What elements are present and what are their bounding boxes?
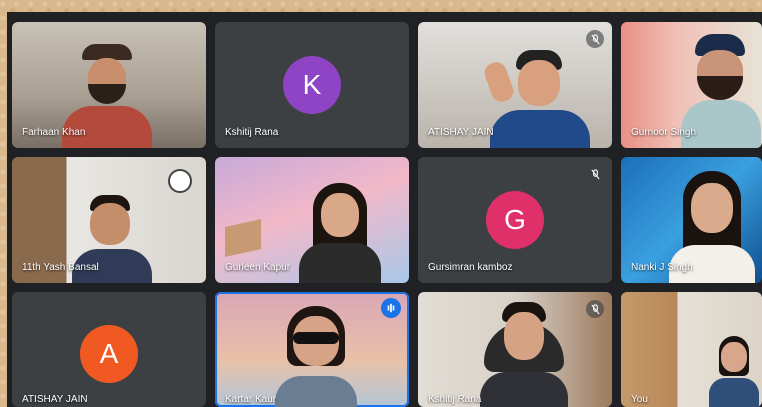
participant-name: Farhaan Khan [22,127,86,138]
participant-tile[interactable]: Nanki J Singh [621,157,762,283]
participant-tile[interactable]: K Kshitij Rana [215,22,409,148]
participant-tile[interactable]: Gurleen Kapur [215,157,409,283]
avatar-initial: K [302,69,322,100]
background-cube [225,219,261,257]
participant-name: Gursimran kamboz [428,262,513,273]
avatar-initial: A [99,338,119,369]
participant-name: Kshitij Rana [428,394,482,405]
participant-tile[interactable]: ATISHAY JAIN [418,22,612,148]
wall-clock-icon [168,169,192,193]
participant-name: ATISHAY JAIN [22,394,88,405]
participant-tile[interactable]: Kartar Kaur [215,292,409,407]
mic-off-icon [586,165,604,183]
avatar: G [486,191,544,249]
participant-tile[interactable]: 11th Yash Bansal [12,157,206,283]
participant-tile[interactable]: Farhaan Khan [12,22,206,148]
participant-video [474,302,574,407]
participant-name: Nanki J Singh [631,262,693,273]
participant-tile[interactable]: You [621,292,762,407]
avatar: K [283,56,341,114]
participant-video [481,50,598,148]
mic-off-icon [586,300,604,318]
participant-video [295,183,385,283]
speaking-indicator-icon [381,298,401,318]
participant-name: Gurleen Kapur [225,262,291,273]
participant-name: Gurnoor Singh [631,127,697,138]
participant-name: 11th Yash Bansal [22,262,99,273]
participant-video [709,336,759,407]
participant-name: ATISHAY JAIN [428,127,494,138]
avatar-initial: G [504,204,526,235]
participant-tile[interactable]: Kshitij Rana [418,292,612,407]
mic-off-icon [586,30,604,48]
participant-tile[interactable]: Gurnoor Singh [621,22,762,148]
participant-tile[interactable]: A ATISHAY JAIN [12,292,206,407]
participant-video [271,306,361,407]
meeting-grid: Farhaan Khan K Kshitij Rana ATISHAY JAIN… [7,12,762,407]
participant-name: Kshitij Rana [225,127,279,138]
participant-tile[interactable]: G Gursimran kamboz [418,157,612,283]
participant-name: Kartar Kaur [225,394,277,405]
avatar: A [80,325,138,383]
participant-name: You [631,394,648,405]
